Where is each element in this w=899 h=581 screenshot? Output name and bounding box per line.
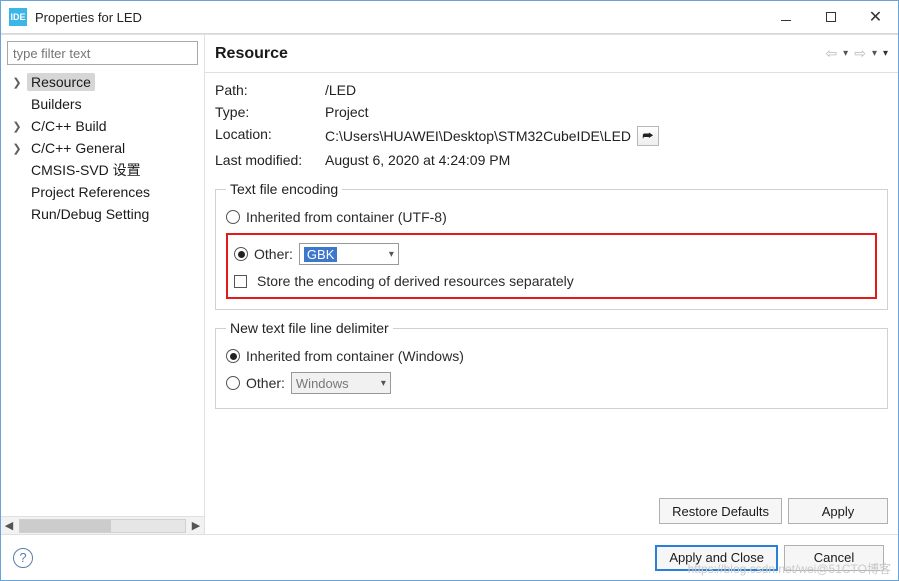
maximize-icon xyxy=(826,12,836,22)
tree-item-label: Run/Debug Setting xyxy=(27,205,153,223)
expand-icon[interactable]: ❯ xyxy=(11,142,23,155)
row-type: Type: Project xyxy=(215,101,888,123)
encoding-other-label: Other: xyxy=(254,246,293,262)
type-label: Type: xyxy=(215,104,325,120)
delimiter-combo-value: Windows xyxy=(296,376,349,391)
sidebar: ❯ Resource Builders ❯ C/C++ Build ❯ C/C+… xyxy=(1,35,205,534)
store-derived-label: Store the encoding of derived resources … xyxy=(257,273,574,289)
encoding-other-row[interactable]: Other: GBK ▾ xyxy=(234,239,869,269)
tree-item-builders[interactable]: Builders xyxy=(1,93,204,115)
minimize-icon xyxy=(781,20,791,21)
footer-button-row: Apply and Close Cancel xyxy=(655,545,884,571)
main-panel: Resource ⇦ ▾ ⇨ ▾ ▾ Path: /LED Type: Proj… xyxy=(205,35,898,534)
store-derived-checkbox[interactable] xyxy=(234,275,247,288)
scroll-track[interactable] xyxy=(19,519,186,533)
tree-item-project-refs[interactable]: Project References xyxy=(1,181,204,203)
delimiter-inherited-row[interactable]: Inherited from container (Windows) xyxy=(226,344,877,368)
delimiter-other-row[interactable]: Other: Windows ▾ xyxy=(226,368,877,398)
forward-menu-icon[interactable]: ▾ xyxy=(872,48,877,59)
tree-item-cpp-general[interactable]: ❯ C/C++ General xyxy=(1,137,204,159)
apply-button[interactable]: Apply xyxy=(788,498,888,524)
encoding-inherited-label: Inherited from container (UTF-8) xyxy=(246,209,447,225)
encoding-inherited-row[interactable]: Inherited from container (UTF-8) xyxy=(226,205,877,229)
apply-and-close-button[interactable]: Apply and Close xyxy=(655,545,778,571)
tree-item-label: Builders xyxy=(27,95,86,113)
radio-encoding-inherited[interactable] xyxy=(226,210,240,224)
body: ❯ Resource Builders ❯ C/C++ Build ❯ C/C+… xyxy=(1,34,898,534)
path-value: /LED xyxy=(325,82,356,98)
delimiter-other-label: Other: xyxy=(246,375,285,391)
chevron-down-icon: ▾ xyxy=(389,249,394,260)
tree-item-label: Resource xyxy=(27,73,95,91)
encoding-combo[interactable]: GBK ▾ xyxy=(299,243,399,265)
show-in-explorer-button[interactable]: ⮫ xyxy=(637,126,659,146)
category-tree: ❯ Resource Builders ❯ C/C++ Build ❯ C/C+… xyxy=(1,69,204,516)
radio-delimiter-inherited[interactable] xyxy=(226,349,240,363)
page-menu-icon[interactable]: ▾ xyxy=(883,48,888,59)
close-icon: ✕ xyxy=(869,7,882,27)
title-bar: IDE Properties for LED ✕ xyxy=(1,1,898,34)
scroll-thumb[interactable] xyxy=(20,520,111,532)
page-title: Resource xyxy=(215,45,288,63)
radio-encoding-other[interactable] xyxy=(234,247,248,261)
tree-item-cmsis-svd[interactable]: CMSIS-SVD 设置 xyxy=(1,159,204,181)
tree-item-label: Project References xyxy=(27,183,154,201)
tree-item-label: C/C++ Build xyxy=(27,117,110,135)
delimiter-combo: Windows ▾ xyxy=(291,372,391,394)
expand-icon[interactable]: ❯ xyxy=(11,120,23,133)
forward-icon[interactable]: ⇨ xyxy=(854,45,866,62)
encoding-legend: Text file encoding xyxy=(226,181,342,197)
row-path: Path: /LED xyxy=(215,79,888,101)
location-label: Location: xyxy=(215,126,325,146)
tree-item-label: CMSIS-SVD 设置 xyxy=(27,159,145,181)
maximize-button[interactable] xyxy=(808,1,853,33)
app-icon: IDE xyxy=(9,8,27,26)
radio-delimiter-other[interactable] xyxy=(226,376,240,390)
delimiter-legend: New text file line delimiter xyxy=(226,320,393,336)
content-area: Path: /LED Type: Project Location: C:\Us… xyxy=(205,73,898,490)
store-derived-row[interactable]: Store the encoding of derived resources … xyxy=(234,269,869,293)
highlight-box: Other: GBK ▾ Store the encoding of deriv… xyxy=(226,233,877,299)
minimize-button[interactable] xyxy=(763,1,808,33)
scroll-left-icon[interactable]: ◀ xyxy=(1,519,17,532)
filter-input[interactable] xyxy=(7,41,198,65)
location-value: C:\Users\HUAWEI\Desktop\STM32CubeIDE\LED… xyxy=(325,126,659,146)
dialog-footer: ? Apply and Close Cancel xyxy=(1,534,898,580)
encoding-combo-value: GBK xyxy=(304,247,337,262)
help-icon: ? xyxy=(19,550,26,565)
help-button[interactable]: ? xyxy=(13,548,33,568)
modified-value: August 6, 2020 at 4:24:09 PM xyxy=(325,152,510,168)
restore-defaults-button[interactable]: Restore Defaults xyxy=(659,498,782,524)
encoding-group: Text file encoding Inherited from contai… xyxy=(215,181,888,310)
tree-item-label: C/C++ General xyxy=(27,139,129,157)
page-button-row: Restore Defaults Apply xyxy=(205,490,898,534)
type-value: Project xyxy=(325,104,369,120)
scroll-right-icon[interactable]: ▶ xyxy=(188,519,204,532)
window-buttons: ✕ xyxy=(763,1,898,33)
close-button[interactable]: ✕ xyxy=(853,1,898,33)
delimiter-group: New text file line delimiter Inherited f… xyxy=(215,320,888,409)
chevron-down-icon: ▾ xyxy=(381,378,386,389)
tree-item-resource[interactable]: ❯ Resource xyxy=(1,71,204,93)
modified-label: Last modified: xyxy=(215,152,325,168)
cancel-button[interactable]: Cancel xyxy=(784,545,884,571)
back-icon[interactable]: ⇦ xyxy=(825,45,837,62)
header-nav: ⇦ ▾ ⇨ ▾ ▾ xyxy=(825,45,888,62)
row-modified: Last modified: August 6, 2020 at 4:24:09… xyxy=(215,149,888,171)
expand-icon[interactable]: ❯ xyxy=(11,76,23,89)
page-header: Resource ⇦ ▾ ⇨ ▾ ▾ xyxy=(205,35,898,73)
delimiter-inherited-label: Inherited from container (Windows) xyxy=(246,348,464,364)
back-menu-icon[interactable]: ▾ xyxy=(843,48,848,59)
path-label: Path: xyxy=(215,82,325,98)
folder-arrow-icon: ⮫ xyxy=(642,129,653,144)
location-text: C:\Users\HUAWEI\Desktop\STM32CubeIDE\LED xyxy=(325,128,631,144)
row-location: Location: C:\Users\HUAWEI\Desktop\STM32C… xyxy=(215,123,888,149)
tree-item-run-debug[interactable]: Run/Debug Setting xyxy=(1,203,204,225)
sidebar-hscrollbar[interactable]: ◀ ▶ xyxy=(1,516,204,534)
window-title: Properties for LED xyxy=(35,10,142,25)
tree-item-cpp-build[interactable]: ❯ C/C++ Build xyxy=(1,115,204,137)
